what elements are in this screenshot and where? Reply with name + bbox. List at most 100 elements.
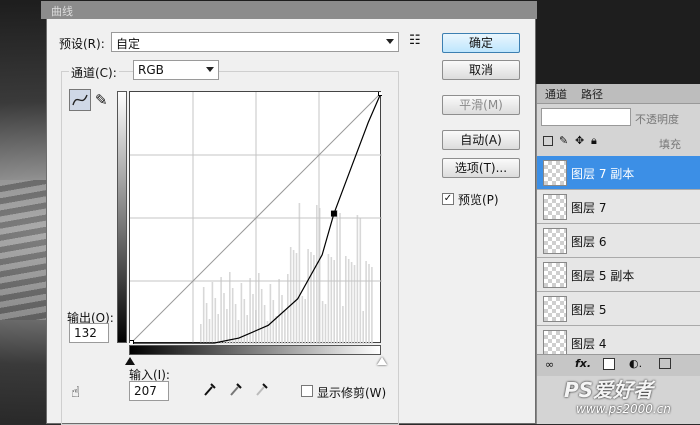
- curve-control-point: [330, 210, 337, 217]
- move-icon[interactable]: ✥: [575, 134, 584, 147]
- histogram-bar: [220, 277, 222, 344]
- white-point-slider[interactable]: [377, 357, 387, 365]
- layer-row[interactable]: 图层 5: [537, 292, 700, 326]
- gray-eyedropper-icon[interactable]: [229, 381, 243, 397]
- smooth-button[interactable]: 平滑(M): [442, 95, 520, 115]
- target-adjust-hand-icon[interactable]: ☝︎: [71, 383, 80, 401]
- preset-options-icon[interactable]: ☷: [409, 33, 421, 48]
- opacity-row: 不透明度: [541, 108, 700, 128]
- histogram-bar: [229, 272, 231, 344]
- watermark-brand: PS爱好者: [564, 378, 654, 402]
- histogram-bar: [289, 247, 292, 344]
- layer-thumbnail: [543, 330, 567, 356]
- input-value: 207: [134, 384, 157, 398]
- histogram-bar: [205, 303, 208, 344]
- histogram-bar: [208, 319, 211, 344]
- mask-icon[interactable]: [603, 358, 615, 370]
- histogram-bar: [365, 261, 367, 344]
- channel-label: 通道(C):: [69, 64, 119, 81]
- layer-thumbnail: [543, 296, 567, 322]
- lock-transparency-icon[interactable]: [543, 136, 553, 146]
- histogram-bar: [298, 203, 301, 344]
- histogram-bar: [304, 299, 306, 344]
- layer-name: 图层 5: [571, 303, 607, 317]
- layer-thumbnail: [543, 160, 567, 186]
- group-icon[interactable]: [659, 358, 671, 369]
- output-field[interactable]: 132: [69, 323, 109, 343]
- tab-channels[interactable]: 通道: [545, 86, 567, 102]
- curve-plot[interactable]: [128, 90, 384, 346]
- adjustment-icon[interactable]: ◐.: [629, 357, 642, 370]
- chevron-down-icon: [386, 39, 394, 44]
- pencil-icon[interactable]: ✎: [95, 91, 108, 109]
- dialog-title: 曲线: [51, 5, 73, 18]
- ok-button[interactable]: 确定: [442, 33, 520, 53]
- histogram-bar: [214, 298, 217, 344]
- histogram-bar: [295, 253, 298, 344]
- histogram-bar: [240, 283, 243, 344]
- histogram-bar: [275, 316, 277, 344]
- histogram-bar: [292, 250, 295, 344]
- opacity-label: 不透明度: [635, 113, 679, 126]
- lock-tools: ✎ ✥ 🔒︎ 填充: [541, 134, 700, 152]
- watermark: PS爱好者 www.ps2000.cn: [540, 372, 700, 424]
- preset-value: 自定: [116, 37, 141, 51]
- histogram-bar: [362, 311, 364, 344]
- histogram-bar: [226, 309, 228, 344]
- options-button[interactable]: 选项(T)...: [442, 158, 520, 178]
- watermark-url: www.ps2000.cn: [576, 402, 671, 416]
- histogram-bar: [371, 267, 373, 344]
- layer-row[interactable]: 图层 7 副本: [537, 156, 700, 190]
- link-icon[interactable]: ∞: [545, 358, 554, 371]
- histogram-bar: [266, 321, 269, 344]
- show-clipping-checkbox[interactable]: [301, 385, 313, 397]
- histogram-bar: [342, 306, 344, 344]
- black-point-slider[interactable]: [125, 357, 135, 365]
- histogram-bar: [307, 249, 309, 344]
- histogram-bar: [231, 288, 234, 344]
- layer-thumbnail: [543, 194, 567, 220]
- histogram-bar: [252, 294, 254, 344]
- preset-select[interactable]: 自定: [111, 32, 399, 52]
- tab-paths[interactable]: 路径: [581, 86, 603, 102]
- histogram-bar: [345, 256, 347, 344]
- histogram-bar: [333, 260, 335, 344]
- output-value: 132: [74, 326, 97, 340]
- blend-mode-select[interactable]: [541, 108, 631, 126]
- auto-button[interactable]: 自动(A): [442, 130, 520, 150]
- histogram-bar: [310, 252, 312, 344]
- histogram-bar: [353, 265, 356, 344]
- preview-label: 预览(P): [458, 193, 499, 207]
- cancel-button[interactable]: 取消: [442, 60, 520, 80]
- curve-icon: [72, 94, 88, 106]
- histogram-bar: [246, 315, 248, 344]
- preview-checkbox[interactable]: ✓: [442, 193, 454, 205]
- histogram-bar: [202, 287, 205, 344]
- histogram-bar: [368, 264, 370, 344]
- layer-row[interactable]: 图层 5 副本: [537, 258, 700, 292]
- layer-thumbnail: [543, 262, 567, 288]
- fx-icon[interactable]: fx.: [575, 357, 591, 370]
- white-eyedropper-icon[interactable]: [255, 381, 269, 397]
- histogram-bar: [324, 304, 327, 344]
- histogram-bar: [356, 215, 359, 344]
- layer-row[interactable]: 图层 7: [537, 190, 700, 224]
- layer-name: 图层 6: [571, 235, 607, 249]
- channel-select[interactable]: RGB: [133, 60, 219, 80]
- background-detail: [0, 180, 48, 320]
- curves-dialog: 曲线 预设(R): 自定 ☷ 通道(C): RGB ✎ 输出(O): 132 输…: [41, 1, 537, 425]
- histogram-bar: [330, 257, 333, 344]
- brush-icon[interactable]: ✎: [559, 134, 568, 147]
- input-field[interactable]: 207: [129, 381, 169, 401]
- show-clipping-label: 显示修剪(W): [317, 386, 387, 400]
- layer-row[interactable]: 图层 6: [537, 224, 700, 258]
- black-eyedropper-icon[interactable]: [203, 381, 217, 397]
- curve-control-point: [128, 340, 134, 346]
- lock-icon[interactable]: 🔒︎: [591, 134, 597, 148]
- layer-thumbnail: [543, 228, 567, 254]
- histogram-bar: [237, 320, 240, 344]
- histogram-bar: [316, 205, 318, 344]
- curve-control-point: [378, 90, 384, 96]
- curve-edit-tool[interactable]: [69, 89, 91, 111]
- panel-tabs: 通道 路径: [537, 84, 700, 104]
